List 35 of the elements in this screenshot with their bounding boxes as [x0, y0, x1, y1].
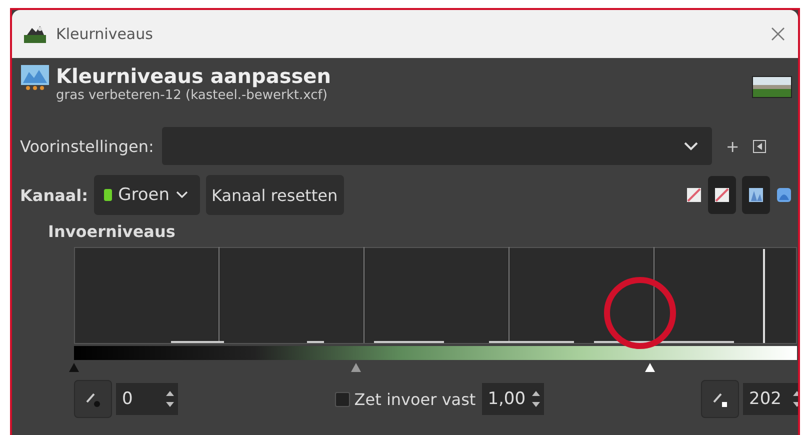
- app-icon: [24, 25, 46, 43]
- dialog-title: Kleurniveaus aanpassen: [56, 64, 331, 88]
- spin-down-arrow[interactable]: [166, 402, 174, 407]
- reset-channel-button[interactable]: Kanaal resetten: [206, 175, 344, 215]
- image-thumbnail: [752, 76, 792, 98]
- linear-histogram-button[interactable]: [708, 176, 736, 214]
- chevron-down-icon: [176, 191, 188, 199]
- clamp-label: Zet invoer vast: [354, 390, 476, 408]
- channel-label: Kanaal:: [20, 186, 88, 204]
- highlight-circle: [604, 277, 676, 349]
- add-preset-button[interactable]: +: [718, 136, 748, 156]
- log-histogram-button[interactable]: [742, 176, 770, 214]
- channel-swatch-icon: [104, 189, 112, 201]
- close-icon[interactable]: [770, 26, 786, 42]
- channel-dropdown[interactable]: Groen: [94, 175, 200, 215]
- section-title: Invoerniveaus: [48, 222, 176, 241]
- slider-handle[interactable]: [350, 363, 361, 372]
- eyedropper-button[interactable]: [701, 380, 739, 418]
- spin-down-arrow[interactable]: [532, 402, 540, 407]
- histogram-icon: [748, 187, 764, 203]
- high-input-field[interactable]: 202: [743, 383, 798, 415]
- spin-up-arrow[interactable]: [532, 391, 540, 396]
- spin-up-arrow[interactable]: [166, 391, 174, 396]
- window-title: Kleurniveaus: [56, 25, 153, 43]
- gamma-field[interactable]: 1,00: [482, 383, 544, 415]
- levels-tool-icon: [20, 64, 50, 92]
- chevron-down-icon: [684, 142, 698, 150]
- image-name: gras verbeteren-12 (kasteel.-bewerkt.xcf): [56, 88, 328, 103]
- presets-label: Voorinstellingen:: [20, 136, 154, 156]
- low-input-field[interactable]: 0: [116, 383, 178, 415]
- histogram-icon[interactable]: [776, 187, 792, 203]
- preset-menu-icon[interactable]: [753, 140, 766, 152]
- clamp-checkbox[interactable]: [335, 392, 350, 406]
- linear-histogram-icon[interactable]: [686, 187, 702, 203]
- diagonal-line-icon: [714, 187, 730, 203]
